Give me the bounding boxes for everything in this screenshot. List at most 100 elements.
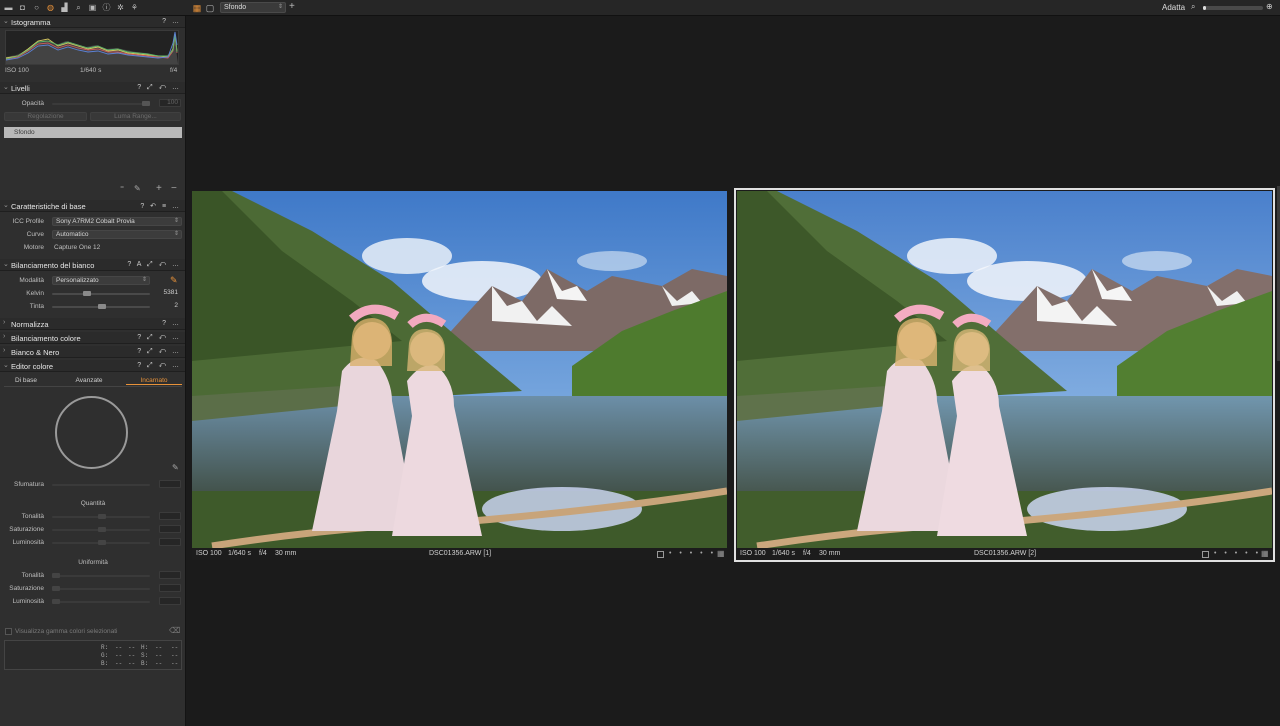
library-icon[interactable]: ▬ bbox=[3, 2, 14, 13]
tint-value[interactable]: 2 bbox=[156, 302, 181, 310]
tool-actions[interactable]: ? … bbox=[162, 18, 181, 25]
amount-saturation-value[interactable] bbox=[159, 525, 181, 533]
opacity-slider[interactable] bbox=[52, 103, 150, 105]
photo-1-iso: ISO 100 bbox=[196, 550, 222, 557]
amount-hue-knob[interactable] bbox=[98, 514, 106, 519]
amount-hue-value[interactable] bbox=[159, 512, 181, 520]
uniformity-hue-knob[interactable] bbox=[52, 573, 60, 578]
brush-icon[interactable]: ✎ bbox=[134, 184, 141, 193]
tool-actions[interactable]: ? ↶ ≡ … bbox=[140, 202, 181, 210]
tint-slider-knob[interactable] bbox=[98, 304, 106, 309]
tool-actions[interactable]: ? ⤢ ↶ … bbox=[137, 362, 181, 370]
histogram-aperture: f/4 bbox=[170, 67, 178, 74]
mode-label: Modalità bbox=[19, 277, 44, 284]
single-view-icon[interactable]: ▢ bbox=[205, 3, 215, 13]
zoom-slider[interactable] bbox=[1203, 6, 1263, 10]
uniformity-lightness-value[interactable] bbox=[159, 597, 181, 605]
layer-mask-icon[interactable]: ⁼ bbox=[120, 184, 124, 193]
capture-one-window: ▬ ◘ ○ ◍ ▟ ⌕ ▣ ⓘ ✲ ⚘ ▦ ▢ Sfondo ⇕ + Adatta… bbox=[0, 0, 1280, 726]
details-icon[interactable]: ⌕ bbox=[73, 2, 84, 13]
opacity-value[interactable]: 100 bbox=[159, 99, 181, 107]
brightness-value: -- bbox=[155, 660, 163, 667]
layer-row-background[interactable]: Sfondo bbox=[4, 127, 182, 138]
add-variant-icon[interactable]: + bbox=[289, 1, 295, 13]
color-editor-header[interactable]: ⌄ Editor colore ? ⤢ ↶ … bbox=[0, 360, 185, 372]
adjust-layer-button[interactable]: Regolazione bbox=[4, 112, 87, 121]
tool-actions[interactable]: ? A ⤢ ↶ … bbox=[127, 261, 181, 269]
variant-select[interactable]: Sfondo ⇕ bbox=[220, 2, 286, 13]
exposure-icon[interactable]: ▟ bbox=[59, 2, 70, 13]
white-balance-header[interactable]: ⌄ Bilanciamento del bianco ? A ⤢ ↶ … bbox=[0, 259, 185, 271]
layers-header[interactable]: ⌄ Livelli ? ⤢ ↶ … bbox=[0, 82, 185, 94]
color-readout-box: R: -- -- H: -- -- G: -- -- S: -- -- B: -… bbox=[4, 640, 182, 670]
star-rating[interactable]: • • • • • bbox=[669, 550, 716, 557]
curve-select[interactable]: Automatico ⇕ bbox=[52, 230, 182, 239]
uniformity-saturation-value[interactable] bbox=[159, 584, 181, 592]
s-label: S: bbox=[141, 652, 149, 659]
add-layer-icon[interactable]: + bbox=[156, 183, 162, 194]
smoothness-value[interactable] bbox=[159, 480, 181, 488]
grid-icon[interactable]: ▦ bbox=[717, 549, 725, 558]
uniformity-lightness-slider[interactable] bbox=[52, 601, 150, 603]
r-label: R: bbox=[101, 644, 109, 651]
b-label: B: bbox=[101, 660, 109, 667]
wb-picker-icon[interactable]: ✎ bbox=[170, 275, 178, 286]
brightness-value2: -- bbox=[171, 660, 179, 667]
color-icon[interactable]: ◍ bbox=[45, 2, 56, 13]
histogram-iso: ISO 100 bbox=[5, 67, 29, 74]
smoothness-slider[interactable] bbox=[52, 484, 150, 486]
color-balance-header[interactable]: › Bilanciamento colore ? ⤢ ↶ … bbox=[0, 332, 185, 344]
histogram-header[interactable]: ⌄ Istogramma ? … bbox=[0, 16, 185, 28]
icc-profile-select[interactable]: Sony A7RM2 Cobalt Provia ⇕ bbox=[52, 217, 182, 226]
tab-advanced[interactable]: Avanzate bbox=[64, 377, 114, 384]
kelvin-slider-knob[interactable] bbox=[83, 291, 91, 296]
adjustments-icon[interactable]: ▣ bbox=[87, 2, 98, 13]
opacity-slider-knob[interactable] bbox=[142, 101, 150, 106]
amount-lightness-knob[interactable] bbox=[98, 540, 106, 545]
uniformity-hue-slider[interactable] bbox=[52, 575, 150, 577]
amount-saturation-knob[interactable] bbox=[98, 527, 106, 532]
black-white-header[interactable]: › Bianco & Nero ? ⤢ ↶ … bbox=[0, 346, 185, 358]
lens-icon[interactable]: ○ bbox=[31, 2, 42, 13]
r-value2: -- bbox=[128, 644, 136, 651]
uniformity-lightness-knob[interactable] bbox=[52, 599, 60, 604]
color-tag-icon[interactable] bbox=[657, 551, 664, 558]
photo-variant-1[interactable] bbox=[192, 191, 727, 548]
chevron-right-icon: › bbox=[3, 319, 6, 326]
zoom-in-icon[interactable]: ⊕ bbox=[1266, 2, 1273, 11]
capture-icon[interactable]: ◘ bbox=[17, 2, 28, 13]
luma-range-button[interactable]: Luma Range... bbox=[90, 112, 181, 121]
kelvin-value[interactable]: 5381 bbox=[156, 289, 181, 297]
styles-icon[interactable]: ⚘ bbox=[129, 2, 140, 13]
grid-view-icon[interactable]: ▦ bbox=[192, 3, 202, 13]
uniformity-title: Uniformità bbox=[78, 559, 108, 566]
tool-actions[interactable]: ? ⤢ ↶ … bbox=[137, 348, 181, 356]
uniformity-hue-value[interactable] bbox=[159, 571, 181, 579]
uniformity-saturation-label: Saturazione bbox=[9, 585, 44, 592]
chevron-down-icon: ⌄ bbox=[3, 18, 9, 25]
uniformity-saturation-knob[interactable] bbox=[52, 586, 60, 591]
normalize-header[interactable]: › Normalizza ? … bbox=[0, 318, 185, 330]
histogram-title: Istogramma bbox=[11, 18, 51, 27]
tab-basic[interactable]: Di base bbox=[4, 377, 48, 384]
eraser-icon[interactable]: ⌫ bbox=[169, 626, 180, 635]
view-gamut-checkbox[interactable] bbox=[5, 628, 12, 635]
fit-button[interactable]: Adatta bbox=[1162, 3, 1185, 12]
uniformity-saturation-slider[interactable] bbox=[52, 588, 150, 590]
wb-mode-select[interactable]: Personalizzato ⇕ bbox=[52, 276, 150, 285]
metadata-icon[interactable]: ⓘ bbox=[101, 2, 112, 13]
color-picker-icon[interactable]: ✎ bbox=[172, 463, 179, 472]
tool-actions[interactable]: ? ⤢ ↶ … bbox=[137, 84, 181, 92]
tool-actions[interactable]: ? … bbox=[162, 320, 181, 327]
g-label: G: bbox=[101, 652, 109, 659]
white-balance-title: Bilanciamento del bianco bbox=[11, 261, 95, 270]
remove-layer-icon[interactable]: − bbox=[171, 183, 177, 194]
zoom-out-icon[interactable]: ⌕ bbox=[1191, 2, 1195, 12]
skin-tone-color-wheel[interactable] bbox=[55, 396, 128, 469]
kelvin-slider[interactable] bbox=[52, 293, 150, 295]
tab-skin-tone[interactable]: Incarnato bbox=[126, 377, 182, 385]
settings-icon[interactable]: ✲ bbox=[115, 2, 126, 13]
base-characteristics-header[interactable]: ⌄ Caratteristiche di base ? ↶ ≡ … bbox=[0, 200, 185, 212]
amount-lightness-value[interactable] bbox=[159, 538, 181, 546]
tool-actions[interactable]: ? ⤢ ↶ … bbox=[137, 334, 181, 342]
